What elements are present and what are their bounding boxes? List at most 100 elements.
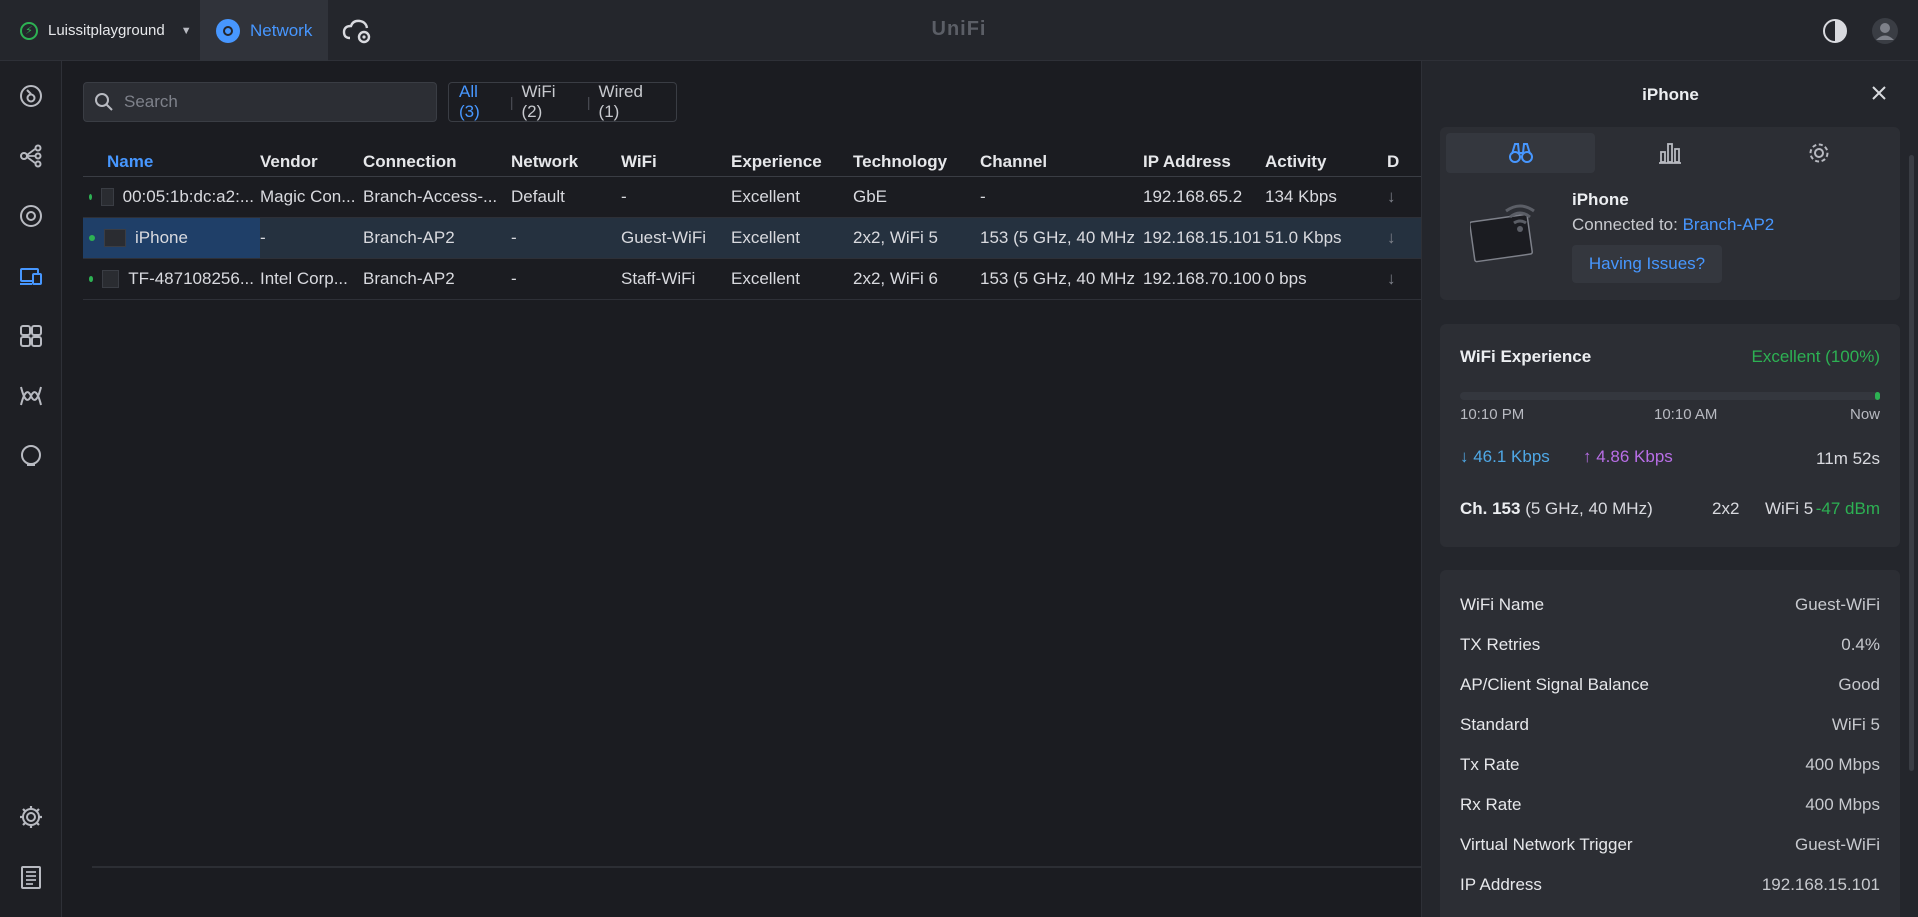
wifi-experience-title: WiFi Experience <box>1460 347 1592 366</box>
property-label: AP/Client Signal Balance <box>1460 675 1650 694</box>
client-wifi: - <box>621 176 731 218</box>
wifi-experience-value: Excellent (100%) <box>1751 347 1880 366</box>
property-value: Good <box>1838 675 1880 694</box>
column-header-vendor[interactable]: Vendor <box>260 140 363 177</box>
client-connection[interactable]: Branch-AP2 <box>363 217 511 259</box>
property-label: Tx Rate <box>1460 755 1520 774</box>
property-label: Standard <box>1460 715 1529 734</box>
devices-icon[interactable] <box>17 202 45 230</box>
timeline-start-label: 10:10 PM <box>1460 406 1525 423</box>
search-box[interactable] <box>83 82 437 122</box>
online-status-dot <box>89 275 94 282</box>
connected-ap-link[interactable]: Branch-AP2 <box>1683 215 1775 234</box>
experience-timeline-marker <box>1875 392 1880 400</box>
tab-overview[interactable] <box>1446 133 1596 173</box>
table-row[interactable]: 00:05:1b:dc:a2:... Magic Con... Branch-A… <box>83 176 1423 218</box>
column-header-ip-address[interactable]: IP Address <box>1143 140 1265 177</box>
client-channel: 153 (5 GHz, 40 MHz <box>980 258 1143 300</box>
client-activity: 134 Kbps <box>1265 176 1387 218</box>
signal-strength: -47 dBm <box>1815 499 1880 518</box>
filter-all[interactable]: All (3) <box>459 82 502 122</box>
close-icon[interactable] <box>1867 81 1891 105</box>
device-thumbnail-icon <box>104 228 126 247</box>
wifi-experience-card: WiFi Experience Excellent (100%) 10:10 P… <box>1440 324 1900 547</box>
connection-uptime: 11m 52s <box>1816 449 1880 468</box>
property-value: Guest-WiFi <box>1795 835 1880 854</box>
client-technology: GbE <box>853 176 980 218</box>
logs-icon[interactable] <box>17 863 45 891</box>
device-thumbnail-icon <box>102 269 120 288</box>
table-row[interactable]: iPhone - Branch-AP2 - Guest-WiFi Excelle… <box>83 217 1423 259</box>
client-channel: - <box>980 176 1143 218</box>
topology-icon[interactable] <box>17 142 45 170</box>
filter-wired[interactable]: Wired (1) <box>599 82 666 122</box>
online-status-dot <box>89 234 95 241</box>
property-row: Standard WiFi 5 <box>1460 715 1880 735</box>
column-header-connection[interactable]: Connection <box>363 140 511 177</box>
panel-scrollbar[interactable] <box>1909 155 1914 771</box>
column-header-technology[interactable]: Technology <box>853 140 980 177</box>
client-ip: 192.168.70.100 <box>1143 258 1265 300</box>
property-label: Virtual Network Trigger <box>1460 835 1633 854</box>
column-header-activity[interactable]: Activity <box>1265 140 1387 177</box>
search-input[interactable] <box>124 92 424 112</box>
insights-icon[interactable] <box>17 382 45 410</box>
ports-icon[interactable] <box>17 322 45 350</box>
property-value: 192.168.15.101 <box>1761 875 1880 894</box>
property-label: IP Address <box>1460 875 1542 894</box>
client-network: Default <box>511 176 621 218</box>
user-avatar-icon[interactable] <box>1871 17 1899 45</box>
wifi-standard: WiFi 5 <box>1765 499 1814 518</box>
property-row: Rx Rate 400 Mbps <box>1460 795 1880 815</box>
property-row: Tx Rate 400 Mbps <box>1460 755 1880 775</box>
client-wifi: Guest-WiFi <box>621 217 731 259</box>
client-d: ↓ <box>1387 258 1423 300</box>
panel-title: iPhone <box>1642 85 1699 104</box>
clients-table: Name Vendor Connection Network WiFi Expe… <box>83 140 1423 300</box>
column-header-network[interactable]: Network <box>511 140 621 177</box>
column-header-channel[interactable]: Channel <box>980 140 1143 177</box>
settings-icon[interactable] <box>17 803 45 831</box>
property-row: IP Address 192.168.15.101 <box>1460 875 1880 895</box>
clients-icon[interactable] <box>17 262 45 290</box>
theme-toggle-icon[interactable] <box>1822 18 1848 44</box>
client-activity: 0 bps <box>1265 258 1387 300</box>
client-name-cell[interactable]: iPhone <box>83 217 260 259</box>
dashboard-icon[interactable] <box>17 82 45 110</box>
client-name-cell[interactable]: TF-487108256... <box>83 258 260 300</box>
property-row: AP/Client Signal Balance Good <box>1460 675 1880 695</box>
client-ip: 192.168.65.2 <box>1143 176 1265 218</box>
filter-divider: | <box>509 94 514 110</box>
tab-settings[interactable] <box>1745 133 1894 173</box>
column-header-experience[interactable]: Experience <box>731 140 853 177</box>
client-vendor: - <box>260 217 363 259</box>
channel-number: Ch. 153 <box>1460 499 1521 518</box>
property-value: 400 Mbps <box>1805 795 1880 814</box>
client-connection[interactable]: Branch-Access-... <box>363 176 511 218</box>
client-vendor: Intel Corp... <box>260 258 363 300</box>
client-overview-card: iPhone Connected to: Branch-AP2 Having I… <box>1440 127 1900 300</box>
filter-wifi[interactable]: WiFi (2) <box>522 82 579 122</box>
search-icon <box>95 93 113 111</box>
client-experience: Excellent <box>731 258 853 300</box>
binoculars-icon <box>1508 143 1533 163</box>
property-row: TX Retries 0.4% <box>1460 635 1880 655</box>
table-row[interactable]: TF-487108256... Intel Corp... Branch-AP2… <box>83 258 1423 300</box>
experience-timeline-bar <box>1460 392 1880 400</box>
client-connection[interactable]: Branch-AP2 <box>363 258 511 300</box>
column-header-wifi[interactable]: WiFi <box>621 140 731 177</box>
alerts-icon[interactable] <box>17 442 45 470</box>
table-header-row: Name Vendor Connection Network WiFi Expe… <box>83 140 1423 177</box>
client-name-cell[interactable]: 00:05:1b:dc:a2:... <box>83 176 260 218</box>
client-network: - <box>511 217 621 259</box>
column-header-name[interactable]: Name <box>83 140 260 177</box>
client-name: TF-487108256... <box>128 268 254 288</box>
tab-statistics[interactable] <box>1595 133 1744 173</box>
client-technology: 2x2, WiFi 5 <box>853 217 980 259</box>
client-detail-panel: iPhone iPhone Connected to: Branch-AP2 H… <box>1421 61 1918 917</box>
client-channel: 153 (5 GHz, 40 MHz <box>980 217 1143 259</box>
horizontal-scrollbar[interactable] <box>92 866 1422 868</box>
column-header-d[interactable]: D <box>1387 140 1423 177</box>
having-issues-button[interactable]: Having Issues? <box>1572 245 1722 283</box>
client-d: ↓ <box>1387 176 1423 218</box>
